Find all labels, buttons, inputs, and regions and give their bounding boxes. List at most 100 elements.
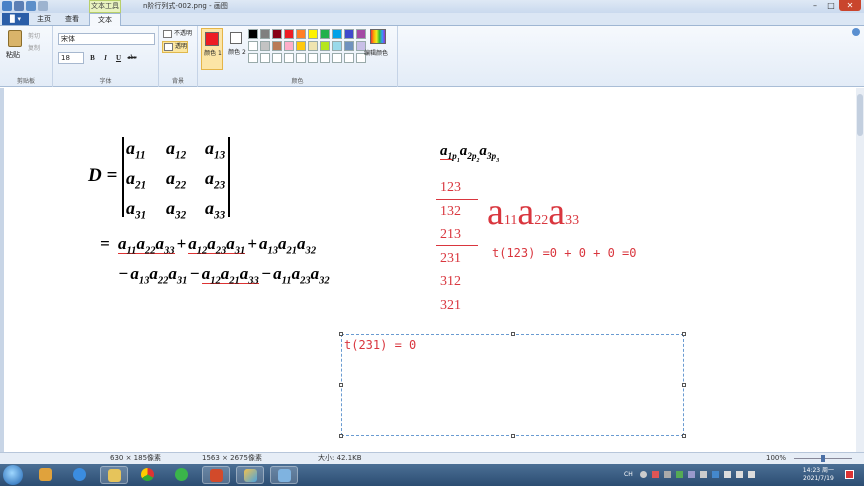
tray-icon[interactable] [676,471,683,478]
palette-swatch[interactable] [320,53,330,63]
palette-swatch[interactable] [296,53,306,63]
volume-icon[interactable] [736,471,743,478]
refresh-app-icon [175,468,188,481]
bluetooth-icon[interactable] [712,471,719,478]
taskbar-app[interactable] [270,466,298,484]
palette-swatch[interactable] [344,41,354,51]
resize-handle[interactable] [511,434,515,438]
palette-swatch[interactable] [272,53,282,63]
maximize-button[interactable]: □ [823,0,839,11]
zoom-slider-thumb[interactable] [821,455,825,462]
underline-button[interactable]: U [113,52,124,64]
powerpoint-icon [210,469,223,482]
palette-swatch[interactable] [248,53,258,63]
taskbar-app[interactable] [32,466,60,484]
palette-swatch[interactable] [332,41,342,51]
permutation-item: 123 [440,180,461,195]
network-icon[interactable] [724,471,731,478]
clock[interactable]: 14:23 周一 2021/7/19 [803,467,834,483]
opaque-option[interactable]: 不透明 [162,29,192,39]
palette-swatch[interactable] [260,41,270,51]
palette-swatch[interactable] [284,53,294,63]
strikethrough-button[interactable]: abc [125,52,139,64]
start-button[interactable] [3,465,23,485]
scrollbar-thumb[interactable] [857,94,863,136]
palette-swatch[interactable] [308,53,318,63]
cut-button[interactable]: 剪切 [28,31,40,40]
tab-home[interactable]: 主页 [34,13,54,25]
tab-view[interactable]: 查看 [62,13,82,25]
palette-swatch[interactable] [344,53,354,63]
palette-swatch[interactable] [248,41,258,51]
copy-button[interactable]: 复制 [28,43,40,52]
resize-handle[interactable] [511,332,515,336]
tab-text[interactable]: 文本 [89,13,121,26]
text-box-content[interactable]: t(231) = 0 [344,338,416,352]
minimize-button[interactable]: – [807,0,823,11]
palette-swatch[interactable] [284,41,294,51]
font-size-select[interactable]: 18 [58,52,84,64]
resize-handle[interactable] [339,383,343,387]
palette-swatch[interactable] [308,41,318,51]
font-family-select[interactable]: 宋体 [58,33,155,45]
text-box[interactable]: t(231) = 0 [339,332,686,438]
color2-button[interactable]: 颜色 2 [226,28,248,70]
save-icon[interactable] [14,1,24,11]
palette-swatch[interactable] [332,53,342,63]
file-menu-button[interactable]: ▉ ▾ [2,13,29,25]
resize-handle[interactable] [682,383,686,387]
palette-swatch[interactable] [260,29,270,39]
tray-icon[interactable] [664,471,671,478]
resize-handle[interactable] [682,332,686,336]
bold-button[interactable]: B [87,52,98,64]
taskbar-app-paint[interactable] [236,466,264,484]
drawing-canvas[interactable]: D = a11 a12 a13 a21 a22 a23 a31 a32 a33 = a11a22… [4,88,856,452]
color-palette [248,29,367,64]
palette-swatch[interactable] [308,29,318,39]
tray-icon[interactable] [700,471,707,478]
big-term-sub: 11 [503,213,518,228]
tray-icon[interactable] [652,471,659,478]
notification-icon[interactable] [845,470,854,479]
transparent-option[interactable]: 透明 [162,41,189,53]
close-button[interactable]: ✕ [839,0,861,11]
edit-colors-icon[interactable] [370,29,386,44]
palette-swatch[interactable] [296,41,306,51]
color2-label: 颜色 2 [228,49,246,56]
palette-swatch[interactable] [248,29,258,39]
palette-swatch[interactable] [332,29,342,39]
vertical-scrollbar[interactable] [856,88,864,452]
resize-handle[interactable] [339,332,343,336]
edit-colors-button[interactable]: 编辑颜色 [364,48,388,57]
palette-swatch[interactable] [356,29,366,39]
color1-button[interactable]: 颜色 1 [201,28,223,70]
clipboard-icon[interactable] [8,30,22,47]
palette-swatch[interactable] [260,53,270,63]
redo-icon[interactable] [38,1,48,11]
resize-handle[interactable] [682,434,686,438]
selection-size: 630 × 185像素 [110,454,162,462]
palette-swatch[interactable] [272,29,282,39]
italic-button[interactable]: I [100,52,111,64]
undo-icon[interactable] [26,1,36,11]
app-icon[interactable] [2,1,12,11]
taskbar-app[interactable] [66,466,94,484]
palette-swatch[interactable] [272,41,282,51]
resize-handle[interactable] [339,434,343,438]
paste-button[interactable]: 粘贴 [6,50,20,60]
taskbar-app[interactable] [100,466,128,484]
ribbon-collapse-icon[interactable] [852,28,860,36]
palette-swatch[interactable] [296,29,306,39]
taskbar-app[interactable] [134,466,162,484]
palette-swatch[interactable] [344,29,354,39]
tray-icon[interactable] [640,471,647,478]
palette-swatch[interactable] [320,41,330,51]
language-indicator[interactable]: CH [624,471,633,478]
tray-icon[interactable] [688,471,695,478]
taskbar-app[interactable] [202,466,230,484]
taskbar-app[interactable] [168,466,196,484]
palette-swatch[interactable] [284,29,294,39]
power-icon[interactable] [748,471,755,478]
palette-swatch[interactable] [320,29,330,39]
opaque-icon [163,30,172,38]
